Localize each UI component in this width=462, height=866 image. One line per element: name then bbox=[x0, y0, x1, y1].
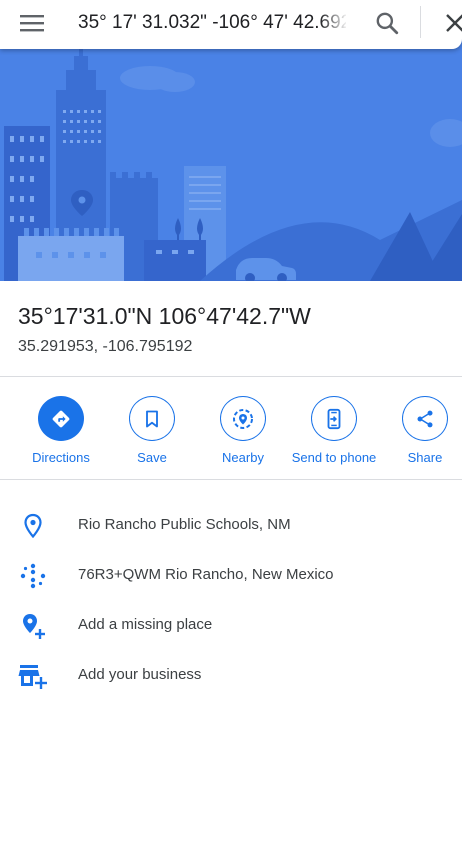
search-text-fade bbox=[320, 8, 348, 38]
nearby-button-circle[interactable] bbox=[220, 396, 266, 441]
hamburger-menu-icon bbox=[20, 15, 44, 32]
list-item-plus-code[interactable]: 76R3+QWM Rio Rancho, New Mexico bbox=[0, 550, 462, 600]
nearby-label: Nearby bbox=[222, 450, 264, 465]
address-text: Rio Rancho Public Schools, NM bbox=[78, 516, 291, 533]
add-place-icon bbox=[18, 612, 48, 640]
share-button-circle[interactable] bbox=[402, 396, 448, 441]
add-business-text: Add your business bbox=[78, 666, 202, 683]
directions-label: Directions bbox=[32, 450, 90, 465]
menu-button[interactable] bbox=[18, 10, 46, 36]
list-item-add-place[interactable]: Add a missing place bbox=[0, 600, 462, 650]
search-icon bbox=[376, 12, 399, 35]
add-place-text: Add a missing place bbox=[78, 616, 213, 633]
list-item-add-business[interactable]: Add your business bbox=[0, 650, 462, 700]
list-item-address[interactable]: Rio Rancho Public Schools, NM bbox=[0, 500, 462, 550]
share-label: Share bbox=[407, 450, 443, 465]
action-row: Directions Save Nearby Send to phone Sha… bbox=[0, 377, 462, 479]
share-icon bbox=[417, 410, 433, 427]
save-button-circle[interactable] bbox=[129, 396, 175, 441]
search-bar: 35° 17' 31.032" -106° 47' 42.692" bbox=[0, 0, 462, 49]
bookmark-icon bbox=[146, 410, 158, 427]
location-pin-icon bbox=[18, 512, 48, 540]
plus-code-icon bbox=[18, 562, 48, 590]
directions-icon bbox=[52, 410, 70, 427]
close-button[interactable] bbox=[440, 8, 462, 38]
send-to-phone-button-circle[interactable] bbox=[311, 396, 357, 441]
directions-button[interactable]: Directions bbox=[13, 396, 109, 466]
divider bbox=[0, 479, 462, 480]
plus-code-text: 76R3+QWM Rio Rancho, New Mexico bbox=[78, 566, 334, 583]
close-icon bbox=[446, 14, 462, 32]
add-business-icon bbox=[18, 662, 48, 690]
share-button[interactable]: Share bbox=[377, 396, 462, 466]
search-button[interactable] bbox=[372, 8, 402, 38]
send-to-phone-label: Send to phone bbox=[291, 450, 377, 465]
nearby-button[interactable]: Nearby bbox=[195, 396, 291, 466]
search-input[interactable]: 35° 17' 31.032" -106° 47' 42.692" bbox=[78, 10, 346, 36]
send-to-phone-button[interactable]: Send to phone bbox=[286, 396, 382, 466]
save-label: Save bbox=[137, 450, 167, 465]
place-title: 35°17'31.0"N 106°47'42.7"W bbox=[18, 303, 311, 329]
decimal-coordinates: 35.291953, -106.795192 bbox=[18, 338, 193, 355]
phone-icon bbox=[327, 408, 341, 429]
place-page: 35° 17' 31.032" -106° 47' 42.692" 35°17'… bbox=[0, 0, 462, 866]
save-button[interactable]: Save bbox=[104, 396, 200, 466]
nearby-icon bbox=[233, 408, 253, 429]
search-bar-divider bbox=[420, 6, 421, 38]
directions-button-circle[interactable] bbox=[38, 396, 84, 441]
